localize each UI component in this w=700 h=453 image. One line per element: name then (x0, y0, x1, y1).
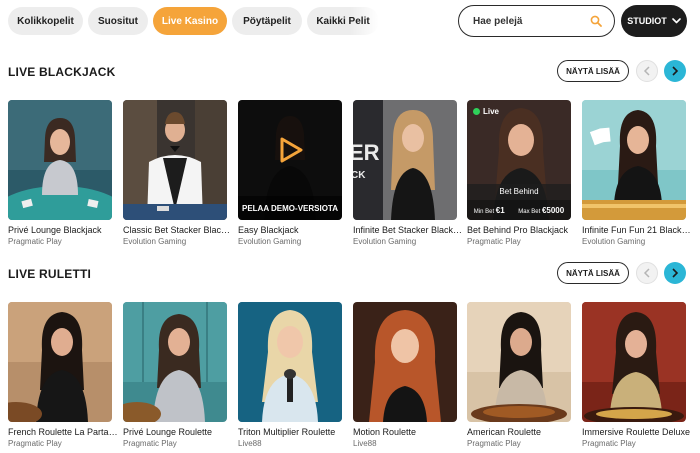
game-thumbnail[interactable]: PELAA DEMO-VERSIOTA (238, 100, 342, 220)
game-provider: Evolution Gaming (353, 237, 417, 246)
tab-kolikkopelit[interactable]: Kolikkopelit (8, 7, 83, 35)
game-thumbnail[interactable] (8, 100, 112, 220)
tab-live-kasino[interactable]: Live Kasino (153, 7, 227, 35)
tab-suositut[interactable]: Suositut (88, 7, 148, 35)
chevron-right-icon (672, 268, 679, 278)
tab-poytapelit[interactable]: Pöytäpelit (232, 7, 302, 35)
category-bar: Kolikkopelit Suositut Live Kasino Pöytäp… (0, 0, 700, 42)
game-thumbnail[interactable] (353, 302, 457, 422)
game-card-easy-blackjack[interactable]: PELAA DEMO-VERSIOTA Easy Blackjack Evolu… (238, 100, 342, 246)
studios-dropdown-button[interactable]: STUDIOT (621, 5, 687, 37)
live-label: Live (483, 107, 500, 116)
game-provider: Pragmatic Play (582, 439, 636, 448)
game-card-immersive-roulette-deluxe[interactable]: Immersive Roulette Deluxe Pragmatic Play (582, 302, 690, 448)
search-box[interactable] (458, 5, 615, 37)
studios-label: STUDIOT (627, 16, 667, 26)
game-provider: Pragmatic Play (467, 237, 521, 246)
svg-text:CK: CK (353, 170, 366, 181)
game-title[interactable]: Easy Blackjack (238, 225, 348, 235)
game-thumbnail[interactable]: ER CK (353, 100, 457, 220)
game-title[interactable]: Bet Behind Pro Blackjack (467, 225, 577, 235)
game-thumbnail[interactable] (582, 100, 686, 220)
game-thumbnail[interactable] (8, 302, 112, 422)
game-card-motion-roulette[interactable]: Motion Roulette Live88 (353, 302, 457, 448)
game-provider: Evolution Gaming (238, 237, 302, 246)
carousel-prev-button-roulette[interactable] (636, 262, 658, 284)
section-title-roulette: LIVE RULETTI (8, 267, 92, 281)
game-card-bet-behind-pro-blackjack[interactable]: Live Bet Behind Min Bet €1 Max Bet €5000… (467, 100, 571, 246)
game-thumbnail[interactable] (123, 302, 227, 422)
game-thumbnail[interactable]: Live Bet Behind Min Bet €1 Max Bet €5000 (467, 100, 571, 220)
game-title[interactable]: Infinite Bet Stacker Blackjack (353, 225, 463, 235)
game-title[interactable]: Privé Lounge Roulette (123, 427, 233, 437)
game-title[interactable]: American Roulette (467, 427, 577, 437)
search-icon[interactable] (590, 15, 602, 27)
game-thumbnail[interactable] (238, 302, 342, 422)
game-card-american-roulette[interactable]: American Roulette Pragmatic Play (467, 302, 571, 448)
game-provider: Pragmatic Play (8, 439, 62, 448)
game-thumbnail[interactable] (123, 100, 227, 220)
section-title-blackjack: LIVE BLACKJACK (8, 65, 116, 79)
game-title[interactable]: Classic Bet Stacker Blackjack (123, 225, 233, 235)
game-card-infinite-fun-fun-21-blackjack[interactable]: Infinite Fun Fun 21 Blackjack Evolution … (582, 100, 692, 246)
game-provider: Pragmatic Play (123, 439, 177, 448)
game-title[interactable]: Privé Lounge Blackjack (8, 225, 118, 235)
game-card-french-roulette[interactable]: French Roulette La Partage Pragmatic Pla… (8, 302, 118, 448)
bet-behind-label: Bet Behind (467, 184, 571, 200)
game-provider: Evolution Gaming (582, 237, 646, 246)
show-more-button-blackjack[interactable]: NÄYTÄ LISÄÄ (557, 60, 629, 82)
svg-text:ER: ER (353, 140, 380, 165)
game-card-prive-lounge-roulette[interactable]: Privé Lounge Roulette Pragmatic Play (123, 302, 227, 448)
max-bet: Max Bet €5000 (518, 205, 565, 215)
search-input[interactable] (473, 15, 593, 27)
game-title[interactable]: Infinite Fun Fun 21 Blackjack (582, 225, 692, 235)
game-provider: Live88 (238, 439, 262, 448)
carousel-prev-button-blackjack[interactable] (636, 60, 658, 82)
chevron-down-icon (671, 18, 681, 24)
chevron-right-icon (672, 66, 679, 76)
chevron-left-icon (643, 268, 650, 278)
game-card-infinite-bet-stacker-blackjack[interactable]: ER CK Infinite Bet Stacker Blackjack Evo… (353, 100, 463, 246)
play-icon[interactable] (276, 136, 304, 164)
game-provider: Pragmatic Play (8, 237, 62, 246)
game-thumbnail[interactable] (467, 302, 571, 422)
carousel-next-button-roulette[interactable] (664, 262, 686, 284)
game-card-triton-multiplier-roulette[interactable]: Triton Multiplier Roulette Live88 (238, 302, 342, 448)
game-title[interactable]: Immersive Roulette Deluxe (582, 427, 692, 437)
game-card-prive-lounge-blackjack[interactable]: Privé Lounge Blackjack Pragmatic Play (8, 100, 112, 246)
game-provider: Pragmatic Play (467, 439, 521, 448)
game-title[interactable]: French Roulette La Partage (8, 427, 118, 437)
game-title[interactable]: Triton Multiplier Roulette (238, 427, 348, 437)
live-badge: Live (473, 107, 499, 116)
game-provider: Evolution Gaming (123, 237, 187, 246)
show-more-button-roulette[interactable]: NÄYTÄ LISÄÄ (557, 262, 629, 284)
bet-limits: Min Bet €1 Max Bet €5000 (467, 200, 571, 220)
min-bet: Min Bet €1 (473, 205, 505, 215)
live-indicator-icon (473, 108, 480, 115)
tab-kaikki-pelit[interactable]: Kaikki Pelit (307, 7, 379, 35)
carousel-next-button-blackjack[interactable] (664, 60, 686, 82)
game-provider: Live88 (353, 439, 377, 448)
game-title[interactable]: Motion Roulette (353, 427, 463, 437)
game-thumbnail[interactable] (582, 302, 686, 422)
chevron-left-icon (643, 66, 650, 76)
game-card-classic-bet-stacker-blackjack[interactable]: Classic Bet Stacker Blackjack Evolution … (123, 100, 233, 246)
play-demo-label[interactable]: PELAA DEMO-VERSIOTA (238, 196, 342, 220)
